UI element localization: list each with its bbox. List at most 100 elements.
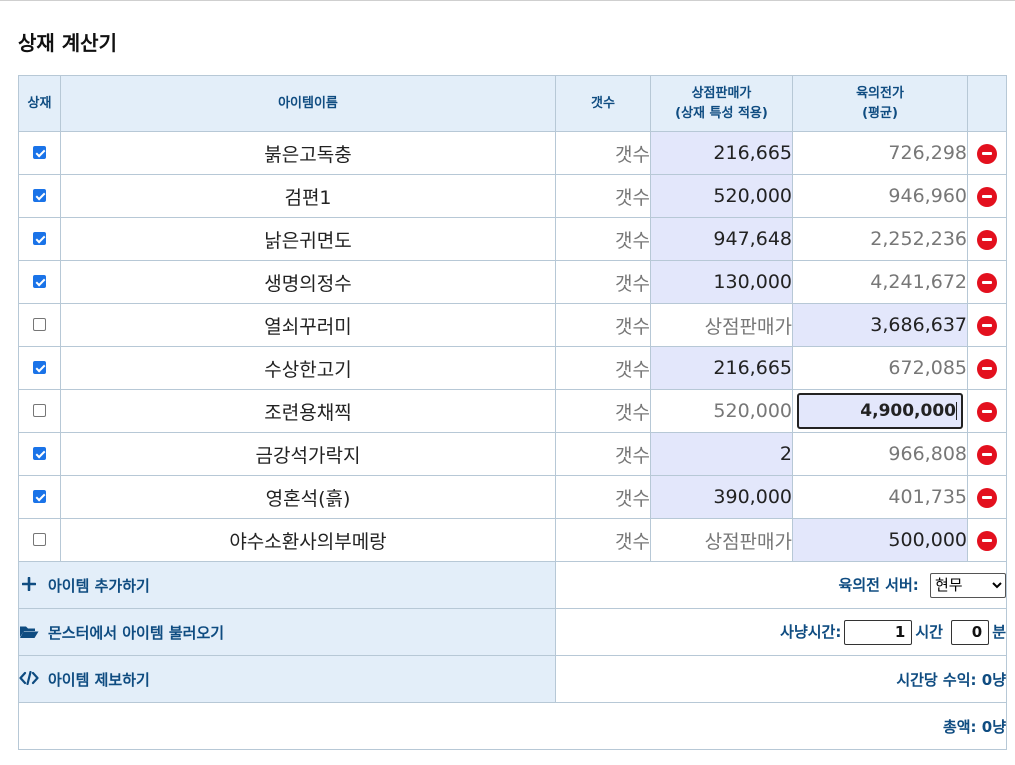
market-price-input[interactable]: 4,241,672 bbox=[792, 260, 968, 304]
market-price-input[interactable]: 401,735 bbox=[792, 475, 968, 519]
sell-to-shop-checkbox[interactable] bbox=[33, 490, 46, 503]
row-check-cell bbox=[18, 475, 61, 519]
shop-price-input[interactable]: 520,000 bbox=[650, 174, 793, 218]
quantity-input[interactable]: 갯수 bbox=[555, 432, 651, 476]
remove-circle-icon[interactable] bbox=[977, 229, 997, 250]
total-amount: 총액: 0냥 bbox=[18, 702, 1007, 750]
remove-circle-icon[interactable] bbox=[977, 272, 997, 293]
load-from-monster-button[interactable]: 몬스터에서 아이템 불러오기 bbox=[18, 608, 556, 656]
shop-price-input[interactable]: 947,648 bbox=[650, 217, 793, 261]
sell-to-shop-checkbox[interactable] bbox=[33, 447, 46, 460]
sell-to-shop-checkbox[interactable] bbox=[33, 275, 46, 288]
market-price-value: 4,900,000 bbox=[860, 401, 956, 421]
sell-to-shop-checkbox[interactable] bbox=[33, 318, 46, 331]
shop-price-input[interactable]: 상점판매가 bbox=[650, 303, 793, 347]
header-shop-price: 상점판매가 (상재 특성 적용) bbox=[650, 75, 793, 132]
row-check-cell bbox=[18, 303, 61, 347]
market-price-input[interactable]: 500,000 bbox=[792, 518, 968, 562]
market-price-input[interactable]: 966,808 bbox=[792, 432, 968, 476]
footer-row-add: 아이템 추가하기 육의전 서버: 현무 bbox=[18, 561, 1007, 609]
market-price-input[interactable]: 726,298 bbox=[792, 131, 968, 175]
shop-price-input[interactable]: 390,000 bbox=[650, 475, 793, 519]
quantity-input[interactable]: 갯수 bbox=[555, 303, 651, 347]
table-row: 붉은고독충 갯수 216,665 726,298 bbox=[18, 131, 1007, 175]
market-price-input[interactable]: 2,252,236 bbox=[792, 217, 968, 261]
server-select[interactable]: 현무 bbox=[930, 572, 1006, 598]
shop-price-input[interactable]: 2 bbox=[650, 432, 793, 476]
item-name: 금강석가락지 bbox=[60, 432, 556, 476]
market-price-input[interactable]: 4,900,000 bbox=[797, 393, 963, 429]
quantity-input[interactable]: 갯수 bbox=[555, 174, 651, 218]
sell-to-shop-checkbox[interactable] bbox=[33, 232, 46, 245]
footer-row-total: 총액: 0냥 bbox=[18, 702, 1007, 750]
table-row: 생명의정수 갯수 130,000 4,241,672 bbox=[18, 260, 1007, 304]
quantity-input[interactable]: 갯수 bbox=[555, 389, 651, 433]
remove-cell bbox=[967, 260, 1007, 304]
header-shop-price-line2: (상재 특성 적용) bbox=[675, 105, 768, 121]
row-check-cell bbox=[18, 131, 61, 175]
table-row: 검편1 갯수 520,000 946,960 bbox=[18, 174, 1007, 218]
item-name: 조련용채찍 bbox=[60, 389, 556, 433]
remove-circle-icon[interactable] bbox=[977, 444, 997, 465]
row-check-cell bbox=[18, 174, 61, 218]
report-item-label: 아이템 제보하기 bbox=[48, 670, 150, 689]
sell-to-shop-checkbox[interactable] bbox=[33, 533, 46, 546]
item-name: 검편1 bbox=[60, 174, 556, 218]
text-caret bbox=[956, 402, 957, 420]
remove-circle-icon[interactable] bbox=[977, 186, 997, 207]
hunt-time-cell: 사냥시간: 시간 분 bbox=[555, 608, 1007, 656]
remove-cell bbox=[967, 174, 1007, 218]
code-icon bbox=[19, 670, 39, 689]
shop-price-input[interactable]: 520,000 bbox=[650, 389, 793, 433]
shop-price-input[interactable]: 130,000 bbox=[650, 260, 793, 304]
quantity-input[interactable]: 갯수 bbox=[555, 475, 651, 519]
row-check-cell bbox=[18, 432, 61, 476]
quantity-input[interactable]: 갯수 bbox=[555, 217, 651, 261]
minutes-unit: 분 bbox=[992, 622, 1006, 641]
header-check: 상재 bbox=[18, 75, 61, 132]
add-item-label: 아이템 추가하기 bbox=[48, 576, 150, 595]
market-price-input[interactable]: 672,085 bbox=[792, 346, 968, 390]
top-divider bbox=[0, 0, 1015, 1]
table-header-row: 상재 아이템이름 갯수 상점판매가 (상재 특성 적용) 육의전가 (평균) bbox=[18, 75, 1007, 132]
sell-to-shop-checkbox[interactable] bbox=[33, 146, 46, 159]
market-price-input[interactable]: 3,686,637 bbox=[792, 303, 968, 347]
item-name: 열쇠꾸러미 bbox=[60, 303, 556, 347]
quantity-input[interactable]: 갯수 bbox=[555, 346, 651, 390]
report-item-button[interactable]: 아이템 제보하기 bbox=[18, 655, 556, 703]
remove-cell bbox=[967, 432, 1007, 476]
hunt-hours-input[interactable] bbox=[844, 619, 913, 645]
remove-circle-icon[interactable] bbox=[977, 401, 997, 422]
remove-circle-icon[interactable] bbox=[977, 143, 997, 164]
shop-price-input[interactable]: 216,665 bbox=[650, 346, 793, 390]
header-market-price-line1: 육의전가 bbox=[856, 85, 904, 101]
item-name: 낡은귀면도 bbox=[60, 217, 556, 261]
remove-circle-icon[interactable] bbox=[977, 315, 997, 336]
sell-to-shop-checkbox[interactable] bbox=[33, 404, 46, 417]
shop-price-input[interactable]: 216,665 bbox=[650, 131, 793, 175]
table-row: 낡은귀면도 갯수 947,648 2,252,236 bbox=[18, 217, 1007, 261]
remove-cell bbox=[967, 217, 1007, 261]
hours-unit: 시간 bbox=[915, 622, 943, 641]
remove-circle-icon[interactable] bbox=[977, 358, 997, 379]
row-check-cell bbox=[18, 389, 61, 433]
sell-to-shop-checkbox[interactable] bbox=[33, 189, 46, 202]
hunt-minutes-input[interactable] bbox=[951, 619, 990, 645]
page-title: 상재 계산기 bbox=[18, 31, 117, 55]
plus-icon bbox=[19, 576, 39, 595]
header-remove bbox=[967, 75, 1007, 132]
market-price-input[interactable]: 946,960 bbox=[792, 174, 968, 218]
table-row: 조련용채찍 갯수 520,000 4,900,000 bbox=[18, 389, 1007, 433]
quantity-input[interactable]: 갯수 bbox=[555, 260, 651, 304]
market-price-cell: 4,900,000 bbox=[792, 389, 968, 433]
shop-price-input[interactable]: 상점판매가 bbox=[650, 518, 793, 562]
header-shop-price-line1: 상점판매가 bbox=[691, 85, 752, 101]
sell-to-shop-checkbox[interactable] bbox=[33, 361, 46, 374]
quantity-input[interactable]: 갯수 bbox=[555, 518, 651, 562]
remove-circle-icon[interactable] bbox=[977, 487, 997, 508]
remove-circle-icon[interactable] bbox=[977, 530, 997, 551]
header-quantity: 갯수 bbox=[555, 75, 651, 132]
add-item-button[interactable]: 아이템 추가하기 bbox=[18, 561, 556, 609]
item-name: 생명의정수 bbox=[60, 260, 556, 304]
quantity-input[interactable]: 갯수 bbox=[555, 131, 651, 175]
